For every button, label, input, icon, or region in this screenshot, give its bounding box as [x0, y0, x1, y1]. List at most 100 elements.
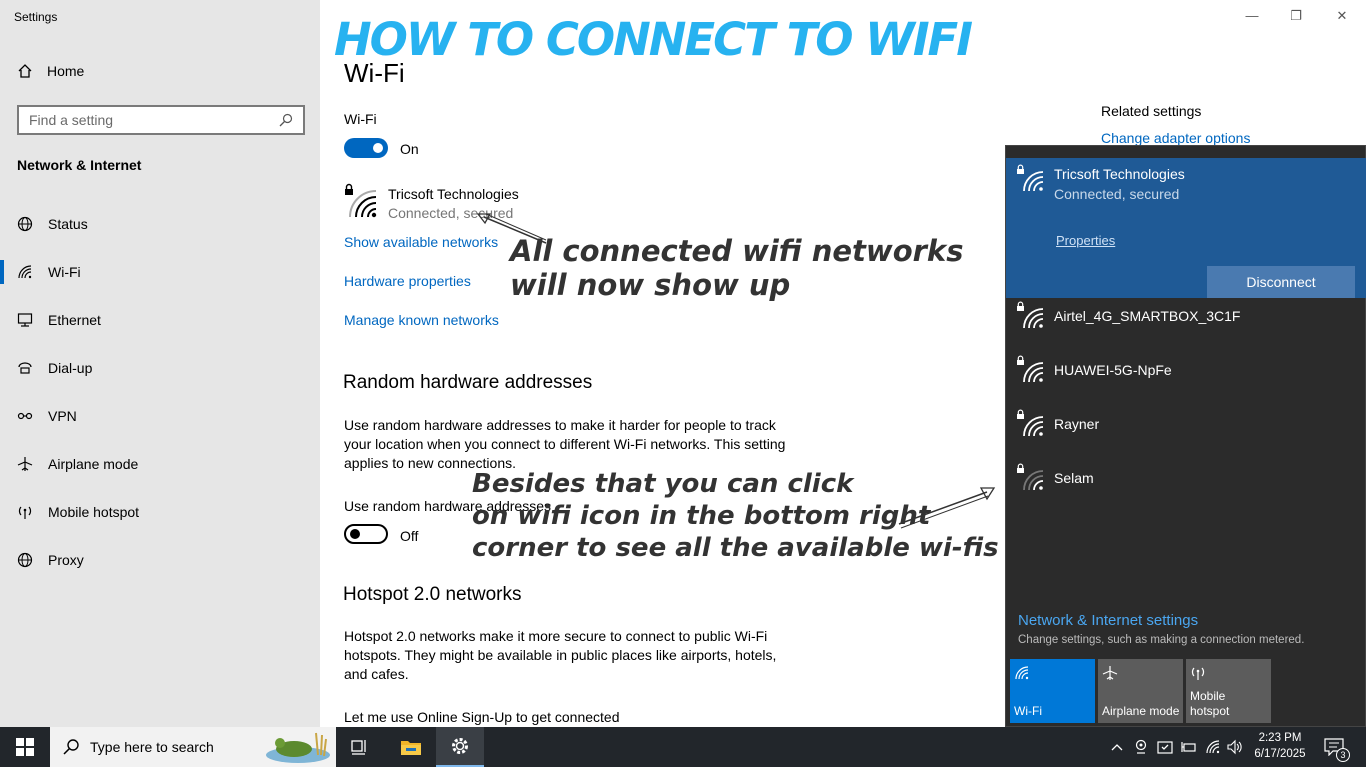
search-icon[interactable] — [279, 113, 293, 127]
connected-network-item[interactable]: Tricsoft Technologies Connected, secured… — [1006, 158, 1366, 298]
network-settings-hint: Change settings, such as making a connec… — [1018, 634, 1305, 646]
ethernet-icon — [16, 312, 33, 329]
random-hardware-toggle[interactable] — [344, 524, 388, 544]
description-line: Use random hardware addresses to make it… — [344, 417, 776, 433]
wifi-icon — [1015, 666, 1029, 680]
sidebar-item-dialup[interactable]: Dial-up — [0, 344, 320, 392]
home-label: Home — [47, 62, 85, 79]
clock-time: 2:23 PM — [1258, 732, 1302, 744]
sidebar-item-label: Ethernet — [48, 312, 101, 328]
section-title: Network & Internet — [17, 157, 142, 173]
network-item[interactable]: Airtel_4G_SMARTBOX_3C1F — [1006, 298, 1366, 352]
taskbar-search[interactable]: Type here to search — [50, 727, 336, 767]
network-properties-link[interactable]: Properties — [1056, 233, 1115, 248]
random-hardware-heading: Random hardware addresses — [343, 372, 593, 393]
sidebar-item-label: Mobile hotspot — [48, 504, 140, 520]
wifi-icon — [1206, 740, 1220, 754]
tile-label: Airplane mode — [1102, 704, 1180, 718]
wifi-secured-icon — [1017, 355, 1044, 383]
wifi-tray-icon[interactable] — [1204, 738, 1222, 756]
hardware-properties-link[interactable]: Hardware properties — [344, 273, 471, 289]
folder-icon — [401, 741, 421, 755]
file-explorer-button[interactable] — [387, 727, 435, 767]
speaker-icon — [1227, 739, 1242, 755]
network-item[interactable]: Rayner — [1006, 406, 1366, 460]
sidebar: Settings Home Network & Internet Status … — [0, 0, 320, 727]
hotspot-heading: Hotspot 2.0 networks — [343, 584, 522, 605]
power-plug-icon — [1181, 742, 1196, 752]
sidebar-item-airplane-mode[interactable]: Airplane mode — [0, 440, 320, 488]
description-line: and cafes. — [344, 666, 409, 682]
connected-network-status: Connected, secured — [1054, 186, 1180, 202]
dialup-icon — [16, 360, 33, 377]
globe-icon — [16, 216, 33, 233]
settings-taskbar-button[interactable] — [436, 727, 484, 767]
settings-search-input[interactable] — [29, 112, 279, 128]
hotspot-icon — [1191, 667, 1205, 680]
network-item[interactable]: Selam — [1006, 460, 1366, 514]
sidebar-item-mobile-hotspot[interactable]: Mobile hotspot — [0, 488, 320, 536]
battery-tray-icon[interactable] — [1180, 738, 1198, 756]
search-icon — [63, 739, 79, 755]
wifi-secured-icon — [1017, 409, 1044, 437]
webcam-tray-icon[interactable] — [1132, 738, 1150, 756]
sidebar-item-proxy[interactable]: Proxy — [0, 536, 320, 584]
minimize-button[interactable]: — — [1242, 8, 1262, 24]
airplane-mode-quick-action[interactable]: Airplane mode — [1098, 659, 1183, 723]
sidebar-item-ethernet[interactable]: Ethernet — [0, 296, 320, 344]
home-link[interactable]: Home — [16, 62, 84, 79]
close-button[interactable]: ✕ — [1332, 8, 1352, 24]
action-center-button[interactable]: 3 — [1322, 738, 1350, 762]
wifi-flyout: Tricsoft Technologies Connected, secured… — [1005, 145, 1366, 727]
manage-known-networks-link[interactable]: Manage known networks — [344, 312, 499, 328]
chevron-up-icon — [1111, 744, 1123, 751]
online-signup-label: Let me use Online Sign-Up to get connect… — [344, 709, 620, 725]
search-highlight-image — [266, 732, 330, 763]
sidebar-nav: Status Wi-Fi Ethernet Dial-up VPN Airpla… — [0, 200, 320, 584]
change-adapter-options-link[interactable]: Change adapter options — [1101, 130, 1250, 146]
restore-button[interactable]: ❐ — [1286, 8, 1306, 24]
gear-icon — [452, 738, 468, 754]
wifi-quick-action[interactable]: Wi-Fi — [1010, 659, 1095, 723]
sidebar-item-vpn[interactable]: VPN — [0, 392, 320, 440]
start-button[interactable] — [0, 727, 50, 767]
sidebar-item-label: Airplane mode — [48, 456, 139, 472]
security-tray-icon[interactable] — [1156, 738, 1174, 756]
wifi-label: Wi-Fi — [344, 111, 377, 127]
settings-search-field[interactable] — [17, 105, 305, 135]
annotation-connected-networks: All connected wifi networks will now sho… — [510, 234, 964, 303]
webcam-icon — [1135, 739, 1147, 754]
network-name: Airtel_4G_SMARTBOX_3C1F — [1054, 308, 1241, 324]
network-name: HUAWEI-5G-NpFe — [1054, 362, 1172, 378]
connected-network-name: Tricsoft Technologies — [1054, 166, 1185, 182]
related-settings-heading: Related settings — [1101, 103, 1202, 119]
task-view-button[interactable] — [336, 727, 384, 767]
show-hidden-icons-chevron[interactable] — [1108, 738, 1126, 756]
wifi-state-label: On — [400, 141, 419, 157]
wifi-secured-icon — [1017, 164, 1044, 192]
taskbar-clock[interactable]: 2:23 PM 6/17/2025 — [1250, 730, 1310, 762]
home-icon — [16, 62, 33, 79]
connected-wifi-icon — [344, 183, 378, 219]
network-name: Rayner — [1054, 416, 1100, 432]
random-hardware-description: Use random hardware addresses to make it… — [344, 416, 804, 473]
wifi-secured-icon — [1017, 301, 1044, 329]
mobile-hotspot-quick-action[interactable]: Mobile hotspot — [1186, 659, 1271, 723]
windows-logo-icon — [16, 738, 34, 756]
sidebar-item-status[interactable]: Status — [0, 200, 320, 248]
annotation-line: All connected wifi networks — [510, 234, 964, 268]
sidebar-item-wifi[interactable]: Wi-Fi — [0, 248, 320, 296]
annotation-arrow-left — [476, 213, 547, 244]
sidebar-item-label: Proxy — [48, 552, 84, 568]
volume-tray-icon[interactable] — [1226, 738, 1244, 756]
network-item[interactable]: HUAWEI-5G-NpFe — [1006, 352, 1366, 406]
description-line: Hotspot 2.0 networks make it more secure… — [344, 628, 768, 644]
sidebar-item-label: Wi-Fi — [48, 264, 81, 280]
security-icon — [1157, 741, 1173, 754]
vpn-icon — [16, 408, 33, 425]
airplane-icon — [1102, 666, 1118, 680]
disconnect-button[interactable]: Disconnect — [1207, 266, 1355, 298]
network-internet-settings-link[interactable]: Network & Internet settings — [1018, 612, 1198, 629]
annotation-arrow-right — [898, 487, 996, 529]
wifi-toggle[interactable] — [344, 138, 388, 158]
